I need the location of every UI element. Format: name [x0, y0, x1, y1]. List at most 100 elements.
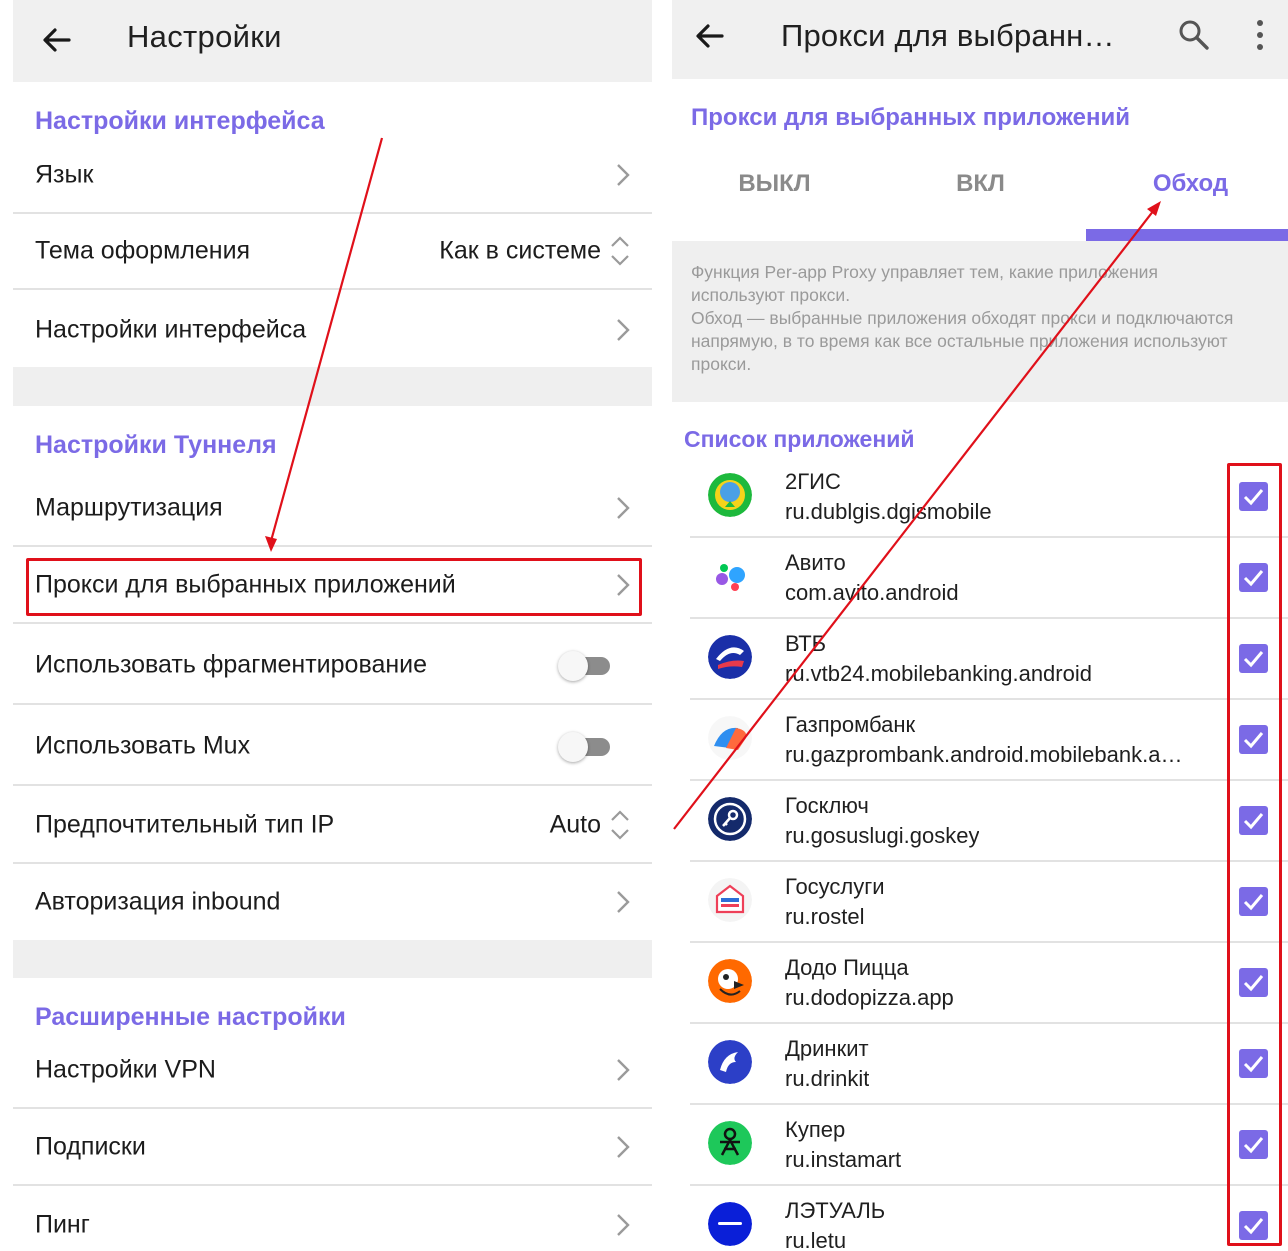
app-package: ru.rostel — [785, 904, 865, 929]
app-name: Купер — [785, 1117, 846, 1142]
settings-row-subscriptions[interactable]: Подписки — [13, 1110, 652, 1186]
page-title: Настройки — [127, 19, 282, 54]
drinkit-icon — [708, 1040, 752, 1084]
goskey-icon — [708, 797, 752, 841]
page-title: Прокси для выбранн… — [781, 18, 1115, 53]
description-text: Обход — выбранные приложения обходят про… — [691, 308, 1234, 374]
app-name: ВТБ — [785, 631, 827, 656]
app-package: ru.gosuslugi.goskey — [785, 823, 980, 848]
app-row[interactable]: Газпромбанк ru.gazprombank.android.mobil… — [690, 700, 1288, 781]
settings-row-theme[interactable]: Тема оформления Как в системе — [13, 214, 652, 290]
app-name: Авито — [785, 550, 846, 575]
settings-row-interface[interactable]: Настройки интерфейса — [13, 292, 652, 368]
row-label: Использовать фрагментирование — [35, 650, 428, 678]
app-name: Газпромбанк — [785, 712, 916, 737]
row-label: Настройки интерфейса — [35, 315, 307, 344]
avito-icon — [708, 554, 752, 598]
app-name: Дринкит — [785, 1036, 869, 1061]
chevron-right-icon — [617, 1136, 630, 1158]
tab-off[interactable]: ВЫКЛ — [672, 170, 877, 198]
chevron-right-icon — [617, 891, 630, 913]
row-label: Маршрутизация — [35, 493, 223, 522]
2gis-icon — [708, 473, 752, 517]
dodo-icon — [708, 959, 752, 1003]
settings-row-mux[interactable]: Использовать Mux — [13, 707, 652, 786]
per-app-proxy-heading: Прокси для выбранных приложений — [691, 104, 1131, 131]
app-package: ru.instamart — [785, 1147, 902, 1172]
app-row[interactable]: ЛЭТУАЛЬ ru.letu — [690, 1186, 1288, 1251]
row-label: Подписки — [35, 1132, 146, 1161]
row-label: Предпочтительный тип IP — [35, 810, 335, 839]
app-row[interactable]: Купер ru.instamart — [690, 1105, 1288, 1186]
kuper-icon — [708, 1121, 752, 1165]
app-package: com.avito.android — [785, 580, 959, 605]
app-name: Госуслуги — [785, 874, 885, 899]
gosuslugi-icon — [708, 878, 752, 922]
vtb-icon — [708, 635, 752, 679]
app-list-title: Список приложений — [684, 426, 915, 452]
settings-row-ip-type[interactable]: Предпочтительный тип IP Auto — [13, 788, 652, 864]
app-name: 2ГИС — [785, 469, 841, 494]
chevron-right-icon — [617, 1214, 630, 1236]
section-header-tunnel: Настройки Туннеля — [35, 431, 277, 459]
settings-panel: Настройки Настройки интерфейса Язык Тема… — [13, 0, 652, 1251]
search-icon[interactable] — [1177, 18, 1211, 52]
chevron-right-icon — [617, 1059, 630, 1081]
app-row[interactable]: Госключ ru.gosuslugi.goskey — [690, 781, 1288, 862]
gazprombank-icon — [708, 716, 752, 760]
app-row[interactable]: 2ГИС ru.dublgis.dgismobile — [690, 457, 1288, 538]
app-package: ru.dublgis.dgismobile — [785, 499, 992, 524]
description-text: Функция Per-app Proxy управляет тем, как… — [691, 262, 1158, 305]
settings-app-bar: Настройки — [13, 0, 652, 82]
more-vert-icon[interactable] — [1252, 18, 1268, 52]
app-name: Госключ — [785, 793, 869, 818]
app-package: ru.drinkit — [785, 1066, 870, 1091]
back-arrow-icon[interactable] — [37, 20, 77, 60]
row-label: Пинг — [35, 1210, 90, 1239]
section-header-interface: Настройки интерфейса — [35, 107, 325, 135]
app-package: ru.letu — [785, 1228, 847, 1251]
row-label: Авторизация inbound — [35, 887, 281, 916]
section-divider — [13, 940, 652, 978]
app-row[interactable]: Додо Пицца ru.dodopizza.app — [690, 943, 1288, 1024]
app-row[interactable]: ВТБ ru.vtb24.mobilebanking.android — [690, 619, 1288, 700]
app-row[interactable]: Авито com.avito.android — [690, 538, 1288, 619]
up-down-chevron-icon — [611, 236, 629, 266]
chevron-right-icon — [617, 319, 630, 341]
annotation-highlight-per-app-proxy — [26, 558, 642, 616]
per-app-proxy-app-bar: Прокси для выбранн… — [672, 0, 1288, 79]
tab-bypass[interactable]: Обход — [1088, 170, 1288, 198]
description-box: Функция Per-app Proxy управляет тем, как… — [672, 241, 1288, 402]
toggle-knob — [558, 731, 588, 762]
settings-row-ping[interactable]: Пинг — [13, 1187, 652, 1251]
chevron-right-icon — [617, 164, 630, 186]
app-row[interactable]: Госуслуги ru.rostel — [690, 862, 1288, 943]
app-package: ru.vtb24.mobilebanking.android — [785, 661, 1092, 686]
chevron-right-icon — [617, 497, 630, 519]
settings-row-language[interactable]: Язык — [13, 138, 652, 214]
settings-row-fragmentation[interactable]: Использовать фрагментирование — [13, 626, 652, 705]
settings-row-routing[interactable]: Маршрутизация — [13, 471, 652, 547]
section-header-advanced: Расширенные настройки — [35, 1003, 346, 1031]
per-app-proxy-panel: Прокси для выбранн… Прокси для выбранных… — [672, 0, 1288, 1251]
active-tab-indicator — [1086, 229, 1288, 241]
row-label: Настройки VPN — [35, 1055, 216, 1084]
app-package: ru.dodopizza.app — [785, 985, 954, 1010]
annotation-highlight-checkboxes — [1227, 463, 1282, 1246]
app-row[interactable]: Дринкит ru.drinkit — [690, 1024, 1288, 1105]
toggle-knob — [558, 650, 588, 681]
app-name: Додо Пицца — [785, 955, 909, 980]
row-label: Использовать Mux — [35, 731, 251, 759]
tab-on[interactable]: ВКЛ — [878, 170, 1083, 198]
mux-toggle[interactable] — [558, 731, 610, 762]
row-label: Язык — [35, 160, 94, 189]
fragmentation-toggle[interactable] — [558, 650, 610, 681]
settings-row-inbound-auth[interactable]: Авторизация inbound — [13, 864, 652, 940]
app-package: ru.gazprombank.android.mobilebank.a… — [785, 742, 1183, 767]
letu-icon — [708, 1202, 752, 1246]
back-arrow-icon[interactable] — [690, 16, 730, 56]
settings-row-vpn[interactable]: Настройки VPN — [13, 1033, 652, 1109]
theme-value: Как в системе — [439, 236, 601, 265]
up-down-chevron-icon — [611, 810, 629, 840]
row-label: Тема оформления — [35, 236, 251, 265]
